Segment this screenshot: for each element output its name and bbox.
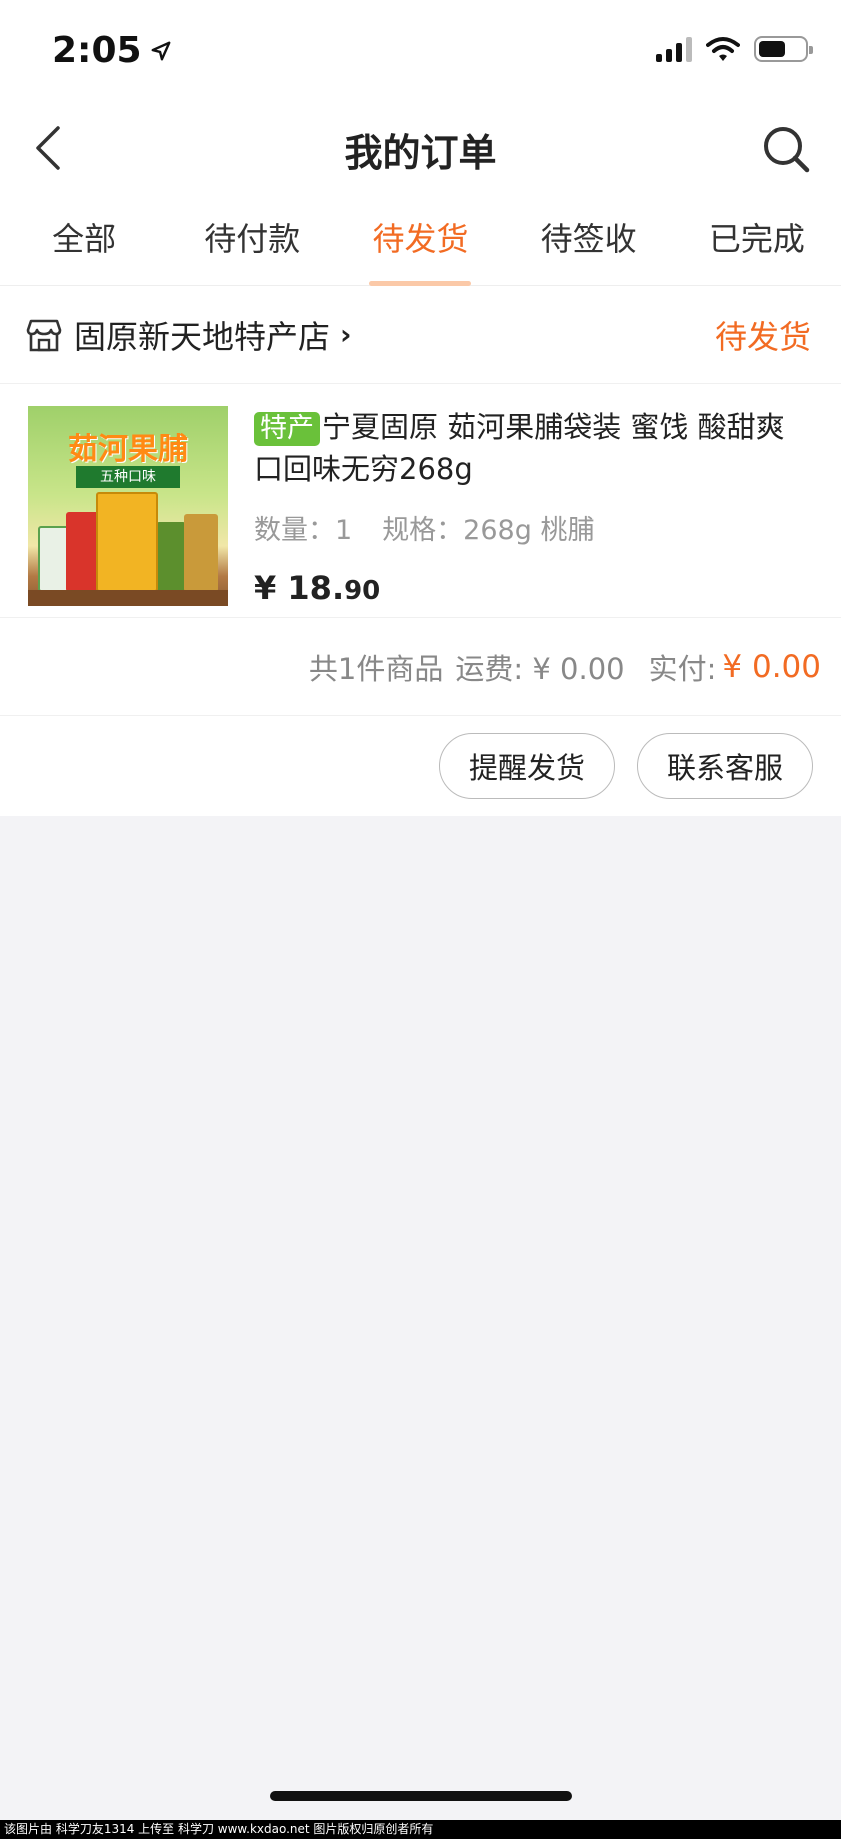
specialty-tag: 特产 bbox=[254, 412, 320, 446]
order-status: 待发货 bbox=[714, 317, 811, 356]
product-title[interactable]: 特产 宁夏固原 茹河果脯袋装 蜜饯 酸甜爽口回味无穷268g bbox=[254, 406, 811, 490]
chevron-right-icon: › bbox=[340, 318, 352, 351]
product-price: ¥ 18.90 bbox=[254, 569, 811, 607]
nav-bar: 我的订单 bbox=[0, 100, 841, 196]
product-title-text: 宁夏固原 茹河果脯袋装 蜜饯 酸甜爽口回味无穷268g bbox=[254, 410, 785, 486]
tab-pending-shipment[interactable]: 待发货 bbox=[345, 196, 495, 286]
price-main: ¥ 18. bbox=[254, 569, 345, 607]
search-icon[interactable] bbox=[761, 124, 811, 174]
package-graphic bbox=[156, 522, 186, 592]
tab-pending-payment[interactable]: 待付款 bbox=[177, 196, 327, 286]
remind-shipment-button[interactable]: 提醒发货 bbox=[439, 733, 615, 799]
shop-row[interactable]: 固原新天地特产店 › 待发货 bbox=[0, 286, 841, 384]
order-summary: 共1件商品 运费: ¥ 0.00 实付: ¥ 0.00 bbox=[0, 618, 841, 716]
product-quantity: 数量：1 bbox=[254, 515, 353, 546]
product-spec: 数量：1 规格：268g 桃脯 bbox=[254, 508, 811, 547]
status-time: 2:05 bbox=[52, 30, 172, 71]
contact-service-button[interactable]: 联系客服 bbox=[637, 733, 813, 799]
product-image-title: 茹河果脯 bbox=[68, 432, 188, 467]
tab-all[interactable]: 全部 bbox=[9, 196, 159, 286]
product-row[interactable]: 茹河果脯 五种口味 特产 宁夏固原 茹河果脯袋装 蜜饯 酸甜爽口回味无穷268g … bbox=[0, 384, 841, 618]
price-cents: 90 bbox=[344, 576, 381, 606]
product-image-subtitle: 五种口味 bbox=[76, 466, 180, 488]
home-indicator[interactable] bbox=[270, 1791, 572, 1801]
shipping-fee: 运费: ¥ 0.00 bbox=[455, 651, 625, 686]
status-indicators bbox=[656, 36, 813, 62]
package-graphic bbox=[184, 514, 218, 592]
battery-icon bbox=[754, 36, 813, 62]
store-icon bbox=[26, 319, 62, 351]
watermark: 该图片由 科学刀友1314 上传至 科学刀 www.kxdao.net 图片版权… bbox=[0, 1820, 841, 1839]
cellular-signal-icon bbox=[656, 36, 692, 62]
product-info: 特产 宁夏固原 茹河果脯袋装 蜜饯 酸甜爽口回味无穷268g 数量：1 规格：268… bbox=[254, 406, 811, 607]
product-image[interactable]: 茹河果脯 五种口味 bbox=[28, 406, 228, 606]
paid-label: 实付: bbox=[648, 651, 717, 686]
location-arrow-icon bbox=[151, 41, 170, 60]
order-tabs: 全部 待付款 待发货 待签收 已完成 bbox=[0, 196, 841, 286]
shop-name[interactable]: 固原新天地特产店 bbox=[74, 312, 330, 358]
wood-plank-graphic bbox=[28, 590, 228, 606]
tab-completed[interactable]: 已完成 bbox=[682, 196, 832, 286]
package-graphic bbox=[96, 492, 158, 592]
product-spec-value: 规格：268g 桃脯 bbox=[382, 515, 595, 546]
status-bar: 2:05 bbox=[0, 0, 841, 100]
order-actions: 提醒发货 联系客服 bbox=[0, 716, 841, 816]
paid-amount: ¥ 0.00 bbox=[722, 648, 821, 685]
tab-pending-receipt[interactable]: 待签收 bbox=[514, 196, 664, 286]
header-area: 2:05 我的订单 全部 待付款 待发货 待签收 已完成 bbox=[0, 0, 841, 286]
item-count: 共1件商品 bbox=[308, 651, 444, 686]
page-title: 我的订单 bbox=[344, 131, 497, 175]
wifi-icon bbox=[706, 37, 740, 61]
status-time-text: 2:05 bbox=[52, 30, 142, 71]
order-card: 固原新天地特产店 › 待发货 茹河果脯 五种口味 特产 宁夏固原 茹河果脯袋装 蜜… bbox=[0, 286, 841, 816]
